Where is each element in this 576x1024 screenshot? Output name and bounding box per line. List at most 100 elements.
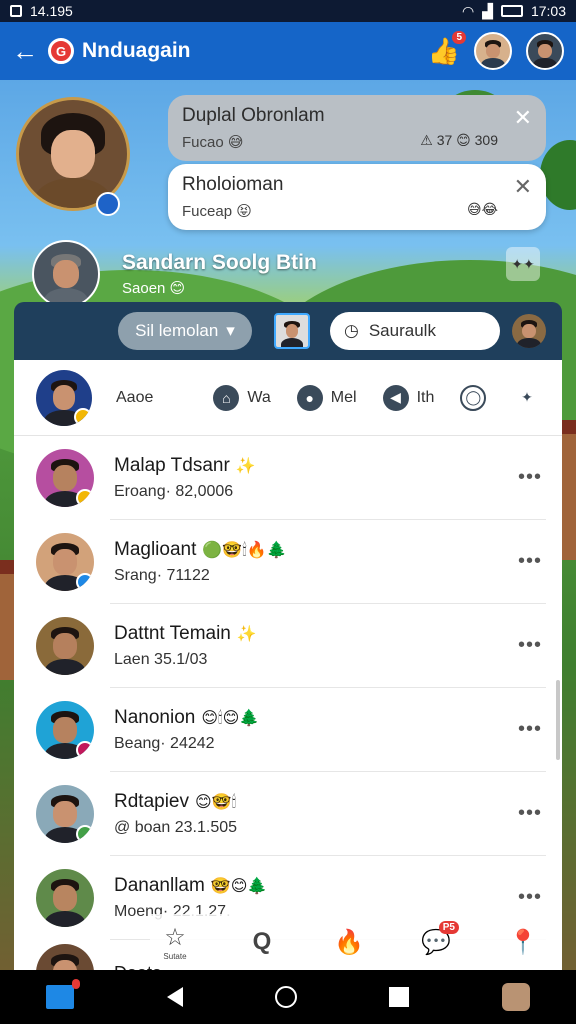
scrollbar[interactable] — [556, 680, 560, 760]
location-icon: 📍 — [508, 928, 538, 956]
friend-avatar[interactable] — [474, 32, 512, 70]
contact-avatar — [36, 785, 94, 843]
nav-recents-icon[interactable] — [389, 987, 410, 1007]
dropdown-label: Sil lemolan — [135, 321, 219, 340]
close-icon[interactable]: ✕ — [514, 105, 532, 131]
list-item[interactable]: Dattnt Temain ✨ Laen 35.1/03 ••• — [14, 604, 562, 688]
profile-avatar[interactable] — [526, 32, 564, 70]
contact-sub: Eroang· 82,0006 — [114, 483, 234, 500]
status-time-left: 14.195 — [30, 3, 73, 19]
status-clock: 17:03 — [530, 3, 566, 19]
contact-name: Rdtapiev — [114, 791, 189, 812]
options-menu-icon[interactable]: ✦✦ — [506, 247, 540, 281]
notification-bubble[interactable]: Duplal Obronlam Fucao 😅 ⚠ 37 😊 309 ✕ — [168, 95, 546, 161]
contact-avatar — [36, 449, 94, 507]
notification-meta: ⚠ 37 😊 309 — [420, 132, 498, 148]
quick-action-home[interactable]: ⌂ Wa — [213, 384, 271, 411]
contact-avatar — [36, 701, 94, 759]
close-icon[interactable]: ✕ — [514, 174, 532, 200]
quick-action-pin[interactable]: ● Mel — [296, 384, 357, 411]
search-input[interactable]: ◷ Sauraulk — [330, 312, 500, 350]
search-icon: Q — [252, 928, 272, 955]
quick-action-chat[interactable]: ◯ — [460, 384, 487, 411]
app-bar: ← G Nnduagain 👍 5 — [0, 22, 576, 80]
list-item[interactable]: Rdtapiev 😊🤓🕯 @ boan 23.1.505 ••• — [14, 772, 562, 856]
notification-sub: Fucao — [182, 134, 224, 151]
game-name: Sandarn Soolg Btin — [122, 251, 317, 274]
app-title: Nnduagain — [82, 39, 191, 62]
filter-dropdown[interactable]: Sil lemolan ▾ — [118, 312, 252, 350]
notification-icon — [10, 5, 22, 17]
timer-icon: ◷ — [344, 321, 359, 340]
messages-badge: P5 — [438, 921, 459, 934]
my-avatar[interactable] — [36, 369, 92, 426]
more-options-icon[interactable]: ••• — [518, 550, 542, 573]
contact-name: Dananllam — [114, 875, 205, 896]
list-item[interactable]: Maglioant 🟢🤓🕯🔥🌲 Srang· 71122 ••• — [14, 520, 562, 604]
chevron-down-icon: ▾ — [226, 321, 235, 340]
contact-avatar — [36, 533, 94, 591]
quick-action-label: Ith — [416, 388, 435, 406]
character-avatar[interactable] — [512, 314, 546, 348]
pin-icon: ● — [296, 384, 323, 411]
nav-home-icon[interactable] — [274, 986, 297, 1008]
contact-emoji: 🤓😊🌲 — [210, 878, 268, 895]
status-badge — [76, 489, 94, 507]
quick-actions-bar: Aaoe ⌂ Wa ● Mel ◀ Ith ◯ ✦ — [14, 360, 562, 436]
notification-bubble[interactable]: Rholoioman Fuceap 😝 😅😂 ✕ — [168, 164, 546, 230]
assistant-icon[interactable] — [501, 983, 530, 1011]
contact-name: Nanonion — [114, 707, 196, 728]
back-arrow-icon[interactable]: ← — [12, 36, 42, 67]
more-options-icon[interactable]: ••• — [518, 886, 542, 909]
signal-icon: ▟ — [482, 2, 493, 19]
volume-icon: ◀ — [382, 384, 409, 411]
filter-avatar[interactable] — [274, 313, 310, 349]
contact-sub: @ boan 23.1.505 — [114, 819, 238, 836]
more-options-icon[interactable]: ••• — [518, 718, 542, 741]
notification-sub: Fuceap — [182, 203, 233, 220]
game-sub: Saoen 😊 — [122, 280, 186, 297]
notification-title: Duplal Obronlam — [182, 105, 325, 126]
tab-label: Sutate — [163, 952, 187, 961]
quick-action-sparkle[interactable]: ✦ — [514, 384, 540, 411]
system-nav-bar — [0, 970, 576, 1024]
tab-messages[interactable]: 💬 P5 — [411, 917, 461, 967]
contact-sub: Laen 35.1/03 — [114, 651, 208, 668]
contact-sub: Srang· 71122 — [114, 567, 210, 584]
tab-search[interactable]: Q — [237, 917, 287, 967]
nav-back-icon[interactable] — [166, 987, 183, 1007]
notification-emoji: 😝 — [236, 203, 252, 220]
list-item[interactable]: Nanonion 😊🕯😊🌲 Beang· 24242 ••• — [14, 688, 562, 772]
app-logo: G — [48, 38, 74, 64]
quick-action-volume[interactable]: ◀ Ith — [382, 384, 435, 411]
contact-name: Malap Tdsanr — [114, 455, 230, 476]
search-text: Sauraulk — [368, 321, 436, 340]
status-badge — [76, 825, 94, 843]
contact-emoji: 😊🕯😊🌲 — [201, 710, 260, 727]
more-options-icon[interactable]: ••• — [518, 466, 542, 489]
sparkle-icon: ✦ — [514, 384, 540, 411]
notification-emoji: 😅 — [227, 134, 244, 151]
filter-bar: Sil lemolan ▾ ◷ Sauraulk — [14, 302, 562, 360]
contact-emoji: 😊🤓🕯 — [195, 794, 237, 811]
more-options-icon[interactable]: ••• — [518, 802, 542, 825]
contact-name: Dattnt Temain — [114, 623, 231, 644]
fire-icon: 🔥 — [334, 928, 364, 956]
like-button[interactable]: 👍 5 — [428, 31, 466, 67]
game-item[interactable]: Sandarn Soolg Btin Saoen 😊 — [32, 240, 317, 308]
battery-icon — [500, 5, 523, 17]
home-app-icon[interactable] — [46, 979, 81, 1009]
list-item[interactable]: Malap Tdsanr ✨ Eroang· 82,0006 ••• — [14, 436, 562, 520]
tab-trending[interactable]: 🔥 — [324, 917, 374, 967]
more-options-icon[interactable]: ••• — [518, 634, 542, 657]
contact-emoji: 🟢🤓🕯🔥🌲 — [202, 542, 287, 559]
contact-name: Maglioant — [114, 539, 197, 560]
tab-location[interactable]: 📍 — [498, 917, 548, 967]
chat-icon: ◯ — [460, 384, 487, 411]
contacts-panel: Aaoe ⌂ Wa ● Mel ◀ Ith ◯ ✦ Malap Tdsanr ✨ E… — [14, 360, 562, 970]
status-badge — [76, 741, 94, 759]
verified-icon — [96, 192, 120, 216]
star-icon: ☆ — [164, 924, 186, 951]
like-badge: 5 — [452, 31, 466, 44]
contact-avatar — [36, 869, 94, 927]
